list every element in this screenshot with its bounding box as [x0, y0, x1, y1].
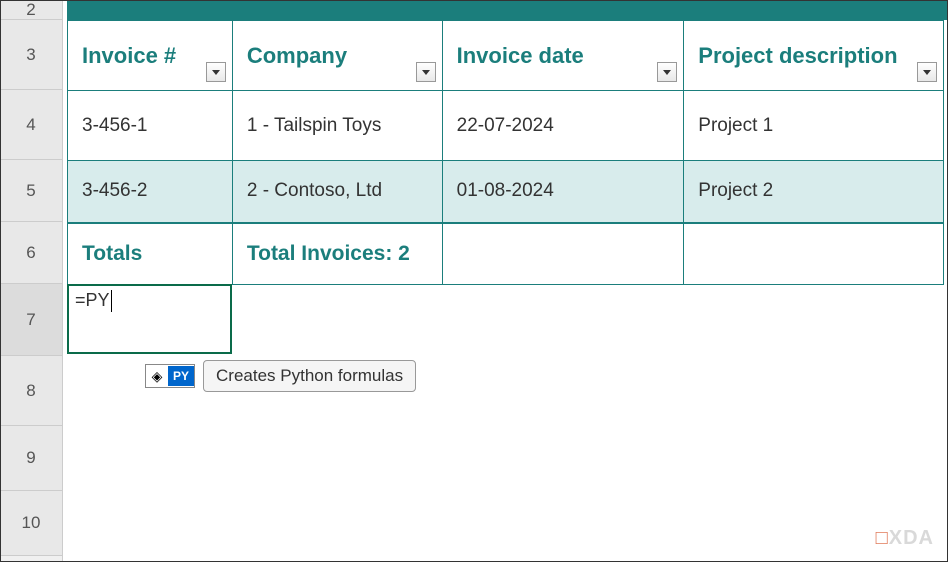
filter-dropdown-icon[interactable] [206, 62, 226, 82]
filter-dropdown-icon[interactable] [917, 62, 937, 82]
row-header-5[interactable]: 5 [0, 160, 62, 222]
table-row: 3-456-1 1 - Tailspin Toys 22-07-2024 Pro… [68, 91, 944, 161]
header-project[interactable]: Project description [684, 21, 944, 91]
cell-invoice[interactable]: 3-456-2 [68, 161, 233, 223]
row-header-4[interactable]: 4 [0, 90, 62, 160]
row-header-2[interactable]: 2 [0, 0, 62, 20]
watermark-logo: □XDA [876, 527, 934, 550]
table-header-row: Invoice # Company Invoice date Project d… [68, 21, 944, 91]
text-cursor [111, 290, 112, 312]
header-invoice[interactable]: Invoice # [68, 21, 233, 91]
totals-empty-cell[interactable] [684, 223, 944, 285]
row-header-8[interactable]: 8 [0, 356, 62, 426]
row-header-9[interactable]: 9 [0, 426, 62, 491]
cell-date[interactable]: 22-07-2024 [442, 91, 684, 161]
totals-row: Totals Total Invoices: 2 [68, 223, 944, 285]
header-date[interactable]: Invoice date [442, 21, 684, 91]
formula-text: =PY [75, 290, 110, 310]
header-invoice-label: Invoice # [82, 43, 176, 68]
python-icon: ◈ [146, 365, 168, 387]
row-header-6[interactable]: 6 [0, 222, 62, 284]
filter-dropdown-icon[interactable] [416, 62, 436, 82]
cell-date[interactable]: 01-08-2024 [442, 161, 684, 223]
worksheet-area[interactable]: Invoice # Company Invoice date Project d… [63, 0, 948, 562]
row-header-10[interactable]: 10 [0, 491, 62, 556]
watermark-text: XDA [889, 527, 934, 549]
header-project-label: Project description [698, 43, 897, 68]
row-header-7[interactable]: 7 [0, 284, 62, 356]
active-cell-editor[interactable]: =PY [67, 284, 232, 354]
watermark-prefix: □ [876, 527, 889, 549]
cell-project[interactable]: Project 2 [684, 161, 944, 223]
autocomplete-chip-label: PY [168, 366, 194, 386]
totals-summary-cell[interactable]: Total Invoices: 2 [232, 223, 442, 285]
table-banner [67, 0, 948, 20]
autocomplete-tooltip: Creates Python formulas [203, 360, 416, 392]
cell-invoice[interactable]: 3-456-1 [68, 91, 233, 161]
totals-label-cell[interactable]: Totals [68, 223, 233, 285]
autocomplete-option-py[interactable]: ◈ PY [145, 364, 195, 388]
cell-company[interactable]: 2 - Contoso, Ltd [232, 161, 442, 223]
header-date-label: Invoice date [457, 43, 584, 68]
table-row: 3-456-2 2 - Contoso, Ltd 01-08-2024 Proj… [68, 161, 944, 223]
totals-empty-cell[interactable] [442, 223, 684, 285]
cell-project[interactable]: Project 1 [684, 91, 944, 161]
row-header-gutter: 2 3 4 5 6 7 8 9 10 [0, 0, 63, 562]
cell-company[interactable]: 1 - Tailspin Toys [232, 91, 442, 161]
formula-autocomplete: ◈ PY Creates Python formulas [145, 360, 416, 392]
row-header-3[interactable]: 3 [0, 20, 62, 90]
filter-dropdown-icon[interactable] [657, 62, 677, 82]
invoice-table: Invoice # Company Invoice date Project d… [67, 20, 944, 285]
header-company[interactable]: Company [232, 21, 442, 91]
header-company-label: Company [247, 43, 347, 68]
